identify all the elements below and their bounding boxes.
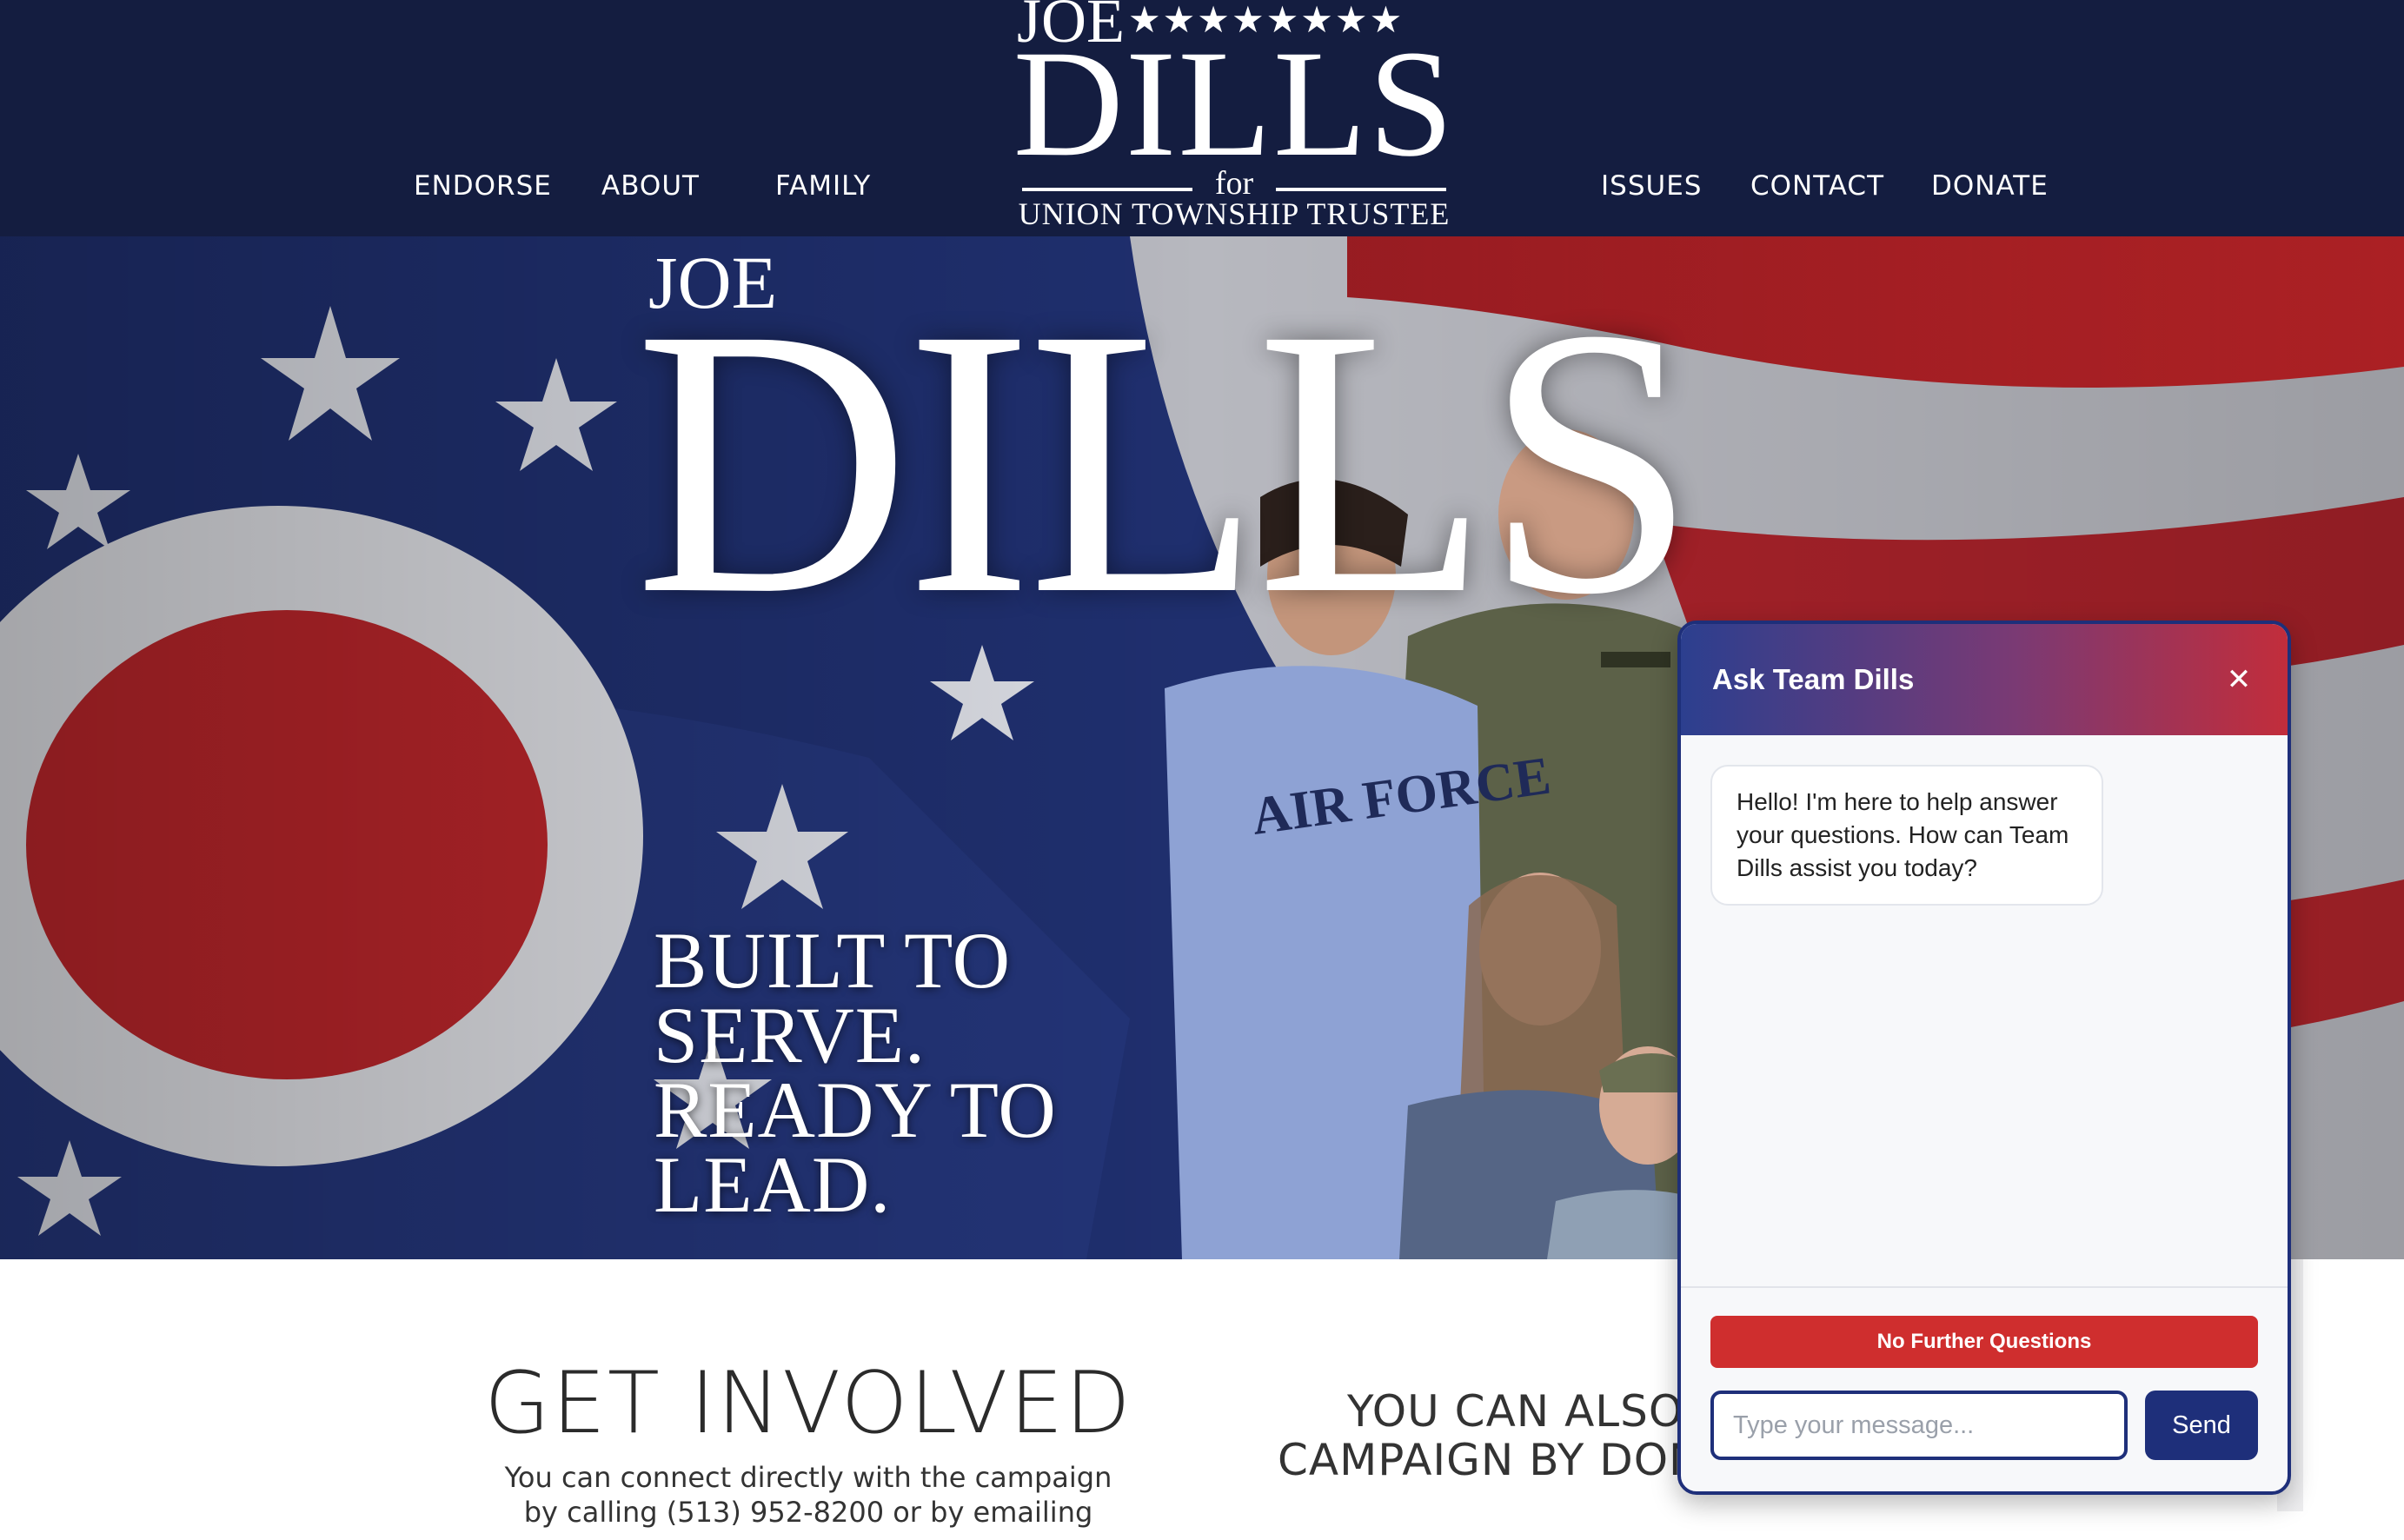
chat-title: Ask Team Dills xyxy=(1712,663,1915,695)
nav-issues[interactable]: ISSUES xyxy=(1601,170,1702,202)
hero-last-name: DILLS xyxy=(634,250,1697,674)
logo-last-name: DILLS xyxy=(1013,19,1456,189)
chat-divider xyxy=(1681,1286,2288,1288)
close-icon[interactable]: ✕ xyxy=(2221,662,2256,697)
get-involved-heading: GET INVOLVED xyxy=(484,1354,1132,1453)
get-involved-line: by calling (513) 952-8200 or by emailing xyxy=(523,1496,1093,1529)
message-input[interactable] xyxy=(1710,1391,2128,1460)
logo-subtitle: UNION TOWNSHIP TRUSTEE xyxy=(1018,196,1451,231)
slogan-line: SERVE. xyxy=(654,991,926,1079)
slogan-line: BUILT TO xyxy=(654,916,1012,1005)
no-further-questions-button[interactable]: No Further Questions xyxy=(1710,1316,2258,1368)
campaign-logo[interactable]: JOE ★★★★★★★★ DILLS for UNION TOWNSHIP TR… xyxy=(1008,0,1460,236)
nav-endorse[interactable]: ENDORSE xyxy=(414,170,552,202)
slogan-line: LEAD. xyxy=(654,1140,892,1229)
chat-messages[interactable]: Hello! I'm here to help answer your ques… xyxy=(1681,735,2288,1286)
get-involved-line: You can connect directly with the campai… xyxy=(504,1461,1112,1494)
nav-contact[interactable]: CONTACT xyxy=(1750,170,1884,202)
site-header: ENDORSE ABOUT FAMILY JOE ★★★★★★★★ DILLS … xyxy=(0,0,2404,236)
nav-family[interactable]: FAMILY xyxy=(775,170,871,202)
hero-slogan: BUILT TO SERVE. READY TO LEAD. xyxy=(654,916,1057,1229)
nav-donate[interactable]: DONATE xyxy=(1931,170,2049,202)
chat-widget: Ask Team Dills ✕ Hello! I'm here to help… xyxy=(1677,621,2291,1495)
slogan-line: READY TO xyxy=(654,1065,1057,1154)
nav-about[interactable]: ABOUT xyxy=(601,170,700,202)
get-involved-text: You can connect directly with the campai… xyxy=(487,1460,1130,1530)
logo-for: for xyxy=(1214,165,1254,202)
send-button[interactable]: Send xyxy=(2145,1391,2258,1460)
bot-message: Hello! I'm here to help answer your ques… xyxy=(1710,765,2103,906)
donate-heading-line: CAMPAIGN BY DON xyxy=(1278,1435,1703,1485)
chat-header: Ask Team Dills ✕ xyxy=(1681,624,2288,735)
